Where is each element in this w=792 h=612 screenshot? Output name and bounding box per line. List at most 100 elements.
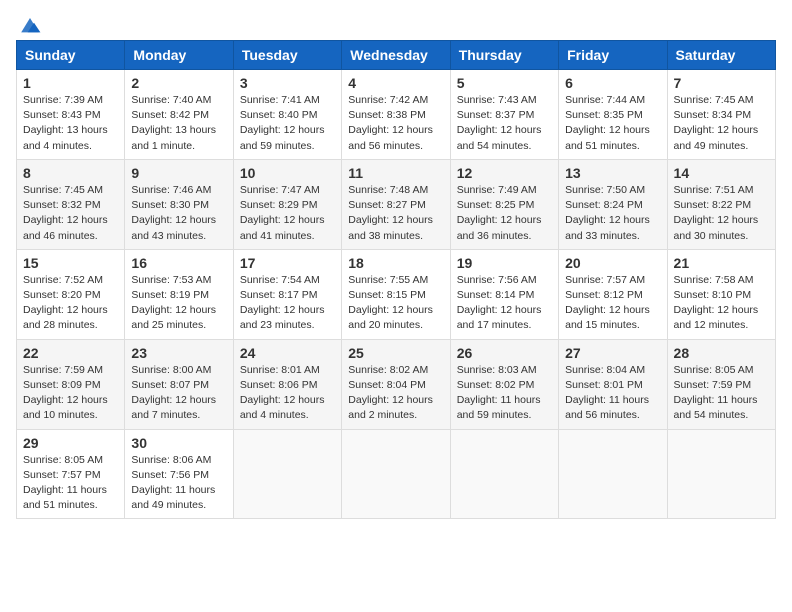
weekday-header: Tuesday xyxy=(233,41,341,70)
day-number: 3 xyxy=(240,75,335,91)
day-info: Sunrise: 7:44 AMSunset: 8:35 PMDaylight:… xyxy=(565,93,660,154)
calendar-day-cell: 16 Sunrise: 7:53 AMSunset: 8:19 PMDayligh… xyxy=(125,249,233,339)
day-number: 22 xyxy=(23,345,118,361)
day-info: Sunrise: 7:42 AMSunset: 8:38 PMDaylight:… xyxy=(348,93,443,154)
calendar-day-cell: 6 Sunrise: 7:44 AMSunset: 8:35 PMDaylight… xyxy=(559,70,667,160)
calendar-week-row: 15 Sunrise: 7:52 AMSunset: 8:20 PMDayligh… xyxy=(17,249,776,339)
day-number: 6 xyxy=(565,75,660,91)
day-number: 14 xyxy=(674,165,769,181)
calendar-day-cell: 17Sunrise: 7:54 AMSunset: 8:17 PMDayligh… xyxy=(233,249,341,339)
day-info: Sunrise: 7:48 AMSunset: 8:27 PMDaylight:… xyxy=(348,183,443,244)
day-info: Sunrise: 7:54 AMSunset: 8:17 PMDaylight:… xyxy=(240,273,335,334)
day-number: 8 xyxy=(23,165,118,181)
day-info: Sunrise: 8:03 AMSunset: 8:02 PMDaylight:… xyxy=(457,363,552,424)
calendar-day-cell: 27 Sunrise: 8:04 AMSunset: 8:01 PMDayligh… xyxy=(559,339,667,429)
day-info: Sunrise: 7:52 AMSunset: 8:20 PMDaylight:… xyxy=(23,273,118,334)
calendar-day-cell: 19 Sunrise: 7:56 AMSunset: 8:14 PMDayligh… xyxy=(450,249,558,339)
day-info: Sunrise: 7:43 AMSunset: 8:37 PMDaylight:… xyxy=(457,93,552,154)
day-number: 15 xyxy=(23,255,118,271)
calendar-day-cell: 2Sunrise: 7:40 AMSunset: 8:42 PMDaylight… xyxy=(125,70,233,160)
day-number: 19 xyxy=(457,255,552,271)
day-number: 27 xyxy=(565,345,660,361)
calendar-day-cell: 5 Sunrise: 7:43 AMSunset: 8:37 PMDaylight… xyxy=(450,70,558,160)
calendar-day-cell: 14Sunrise: 7:51 AMSunset: 8:22 PMDayligh… xyxy=(667,159,775,249)
calendar-day-cell xyxy=(450,429,558,519)
calendar-day-cell: 8Sunrise: 7:45 AMSunset: 8:32 PMDaylight… xyxy=(17,159,125,249)
calendar-day-cell: 30Sunrise: 8:06 AMSunset: 7:56 PMDayligh… xyxy=(125,429,233,519)
day-number: 1 xyxy=(23,75,118,91)
day-number: 10 xyxy=(240,165,335,181)
calendar-day-cell: 9 Sunrise: 7:46 AMSunset: 8:30 PMDaylight… xyxy=(125,159,233,249)
day-number: 11 xyxy=(348,165,443,181)
day-info: Sunrise: 7:45 AMSunset: 8:34 PMDaylight:… xyxy=(674,93,769,154)
day-info: Sunrise: 7:53 AMSunset: 8:19 PMDaylight:… xyxy=(131,273,226,334)
day-info: Sunrise: 8:01 AMSunset: 8:06 PMDaylight:… xyxy=(240,363,335,424)
weekday-header: Thursday xyxy=(450,41,558,70)
calendar-day-cell: 13 Sunrise: 7:50 AMSunset: 8:24 PMDayligh… xyxy=(559,159,667,249)
day-info: Sunrise: 8:05 AMSunset: 7:59 PMDaylight:… xyxy=(674,363,769,424)
day-number: 16 xyxy=(131,255,226,271)
day-info: Sunrise: 7:46 AMSunset: 8:30 PMDaylight:… xyxy=(131,183,226,244)
logo-icon xyxy=(18,16,42,36)
calendar-week-row: 22 Sunrise: 7:59 AMSunset: 8:09 PMDayligh… xyxy=(17,339,776,429)
page-header xyxy=(16,16,776,32)
day-number: 24 xyxy=(240,345,335,361)
day-info: Sunrise: 7:59 AMSunset: 8:09 PMDaylight:… xyxy=(23,363,118,424)
day-number: 25 xyxy=(348,345,443,361)
day-info: Sunrise: 7:56 AMSunset: 8:14 PMDaylight:… xyxy=(457,273,552,334)
calendar-day-cell: 4 Sunrise: 7:42 AMSunset: 8:38 PMDaylight… xyxy=(342,70,450,160)
weekday-header: Monday xyxy=(125,41,233,70)
day-number: 12 xyxy=(457,165,552,181)
calendar-day-cell: 23Sunrise: 8:00 AMSunset: 8:07 PMDayligh… xyxy=(125,339,233,429)
calendar-day-cell: 22 Sunrise: 7:59 AMSunset: 8:09 PMDayligh… xyxy=(17,339,125,429)
day-info: Sunrise: 7:55 AMSunset: 8:15 PMDaylight:… xyxy=(348,273,443,334)
day-number: 29 xyxy=(23,435,118,451)
day-number: 7 xyxy=(674,75,769,91)
day-info: Sunrise: 8:04 AMSunset: 8:01 PMDaylight:… xyxy=(565,363,660,424)
day-info: Sunrise: 8:00 AMSunset: 8:07 PMDaylight:… xyxy=(131,363,226,424)
day-number: 28 xyxy=(674,345,769,361)
calendar-day-cell: 25 Sunrise: 8:02 AMSunset: 8:04 PMDayligh… xyxy=(342,339,450,429)
day-number: 4 xyxy=(348,75,443,91)
calendar-day-cell: 3 Sunrise: 7:41 AMSunset: 8:40 PMDaylight… xyxy=(233,70,341,160)
day-info: Sunrise: 8:02 AMSunset: 8:04 PMDaylight:… xyxy=(348,363,443,424)
day-number: 13 xyxy=(565,165,660,181)
day-info: Sunrise: 7:50 AMSunset: 8:24 PMDaylight:… xyxy=(565,183,660,244)
day-number: 21 xyxy=(674,255,769,271)
day-info: Sunrise: 7:47 AMSunset: 8:29 PMDaylight:… xyxy=(240,183,335,244)
calendar-day-cell: 29 Sunrise: 8:05 AMSunset: 7:57 PMDayligh… xyxy=(17,429,125,519)
calendar-day-cell: 28 Sunrise: 8:05 AMSunset: 7:59 PMDayligh… xyxy=(667,339,775,429)
calendar-day-cell: 24 Sunrise: 8:01 AMSunset: 8:06 PMDayligh… xyxy=(233,339,341,429)
logo xyxy=(16,16,42,32)
calendar-week-row: 8Sunrise: 7:45 AMSunset: 8:32 PMDaylight… xyxy=(17,159,776,249)
calendar-table: SundayMondayTuesdayWednesdayThursdayFrid… xyxy=(16,40,776,519)
calendar-day-cell: 12 Sunrise: 7:49 AMSunset: 8:25 PMDayligh… xyxy=(450,159,558,249)
calendar-day-cell: 1 Sunrise: 7:39 AMSunset: 8:43 PMDaylight… xyxy=(17,70,125,160)
calendar-day-cell: 7 Sunrise: 7:45 AMSunset: 8:34 PMDaylight… xyxy=(667,70,775,160)
day-info: Sunrise: 7:39 AMSunset: 8:43 PMDaylight:… xyxy=(23,93,118,154)
day-info: Sunrise: 7:41 AMSunset: 8:40 PMDaylight:… xyxy=(240,93,335,154)
day-number: 26 xyxy=(457,345,552,361)
calendar-week-row: 29 Sunrise: 8:05 AMSunset: 7:57 PMDayligh… xyxy=(17,429,776,519)
calendar-day-cell xyxy=(342,429,450,519)
weekday-header: Friday xyxy=(559,41,667,70)
weekday-header: Sunday xyxy=(17,41,125,70)
day-info: Sunrise: 7:58 AMSunset: 8:10 PMDaylight:… xyxy=(674,273,769,334)
day-number: 2 xyxy=(131,75,226,91)
day-info: Sunrise: 8:05 AMSunset: 7:57 PMDaylight:… xyxy=(23,453,118,514)
calendar-day-cell: 15 Sunrise: 7:52 AMSunset: 8:20 PMDayligh… xyxy=(17,249,125,339)
calendar-day-cell xyxy=(559,429,667,519)
calendar-day-cell: 18Sunrise: 7:55 AMSunset: 8:15 PMDayligh… xyxy=(342,249,450,339)
calendar-week-row: 1 Sunrise: 7:39 AMSunset: 8:43 PMDaylight… xyxy=(17,70,776,160)
weekday-header: Saturday xyxy=(667,41,775,70)
day-number: 5 xyxy=(457,75,552,91)
day-info: Sunrise: 7:57 AMSunset: 8:12 PMDaylight:… xyxy=(565,273,660,334)
day-info: Sunrise: 7:49 AMSunset: 8:25 PMDaylight:… xyxy=(457,183,552,244)
day-info: Sunrise: 8:06 AMSunset: 7:56 PMDaylight:… xyxy=(131,453,226,514)
day-number: 9 xyxy=(131,165,226,181)
calendar-day-cell: 20 Sunrise: 7:57 AMSunset: 8:12 PMDayligh… xyxy=(559,249,667,339)
calendar-day-cell xyxy=(233,429,341,519)
calendar-header-row: SundayMondayTuesdayWednesdayThursdayFrid… xyxy=(17,41,776,70)
day-number: 20 xyxy=(565,255,660,271)
calendar-day-cell: 26 Sunrise: 8:03 AMSunset: 8:02 PMDayligh… xyxy=(450,339,558,429)
